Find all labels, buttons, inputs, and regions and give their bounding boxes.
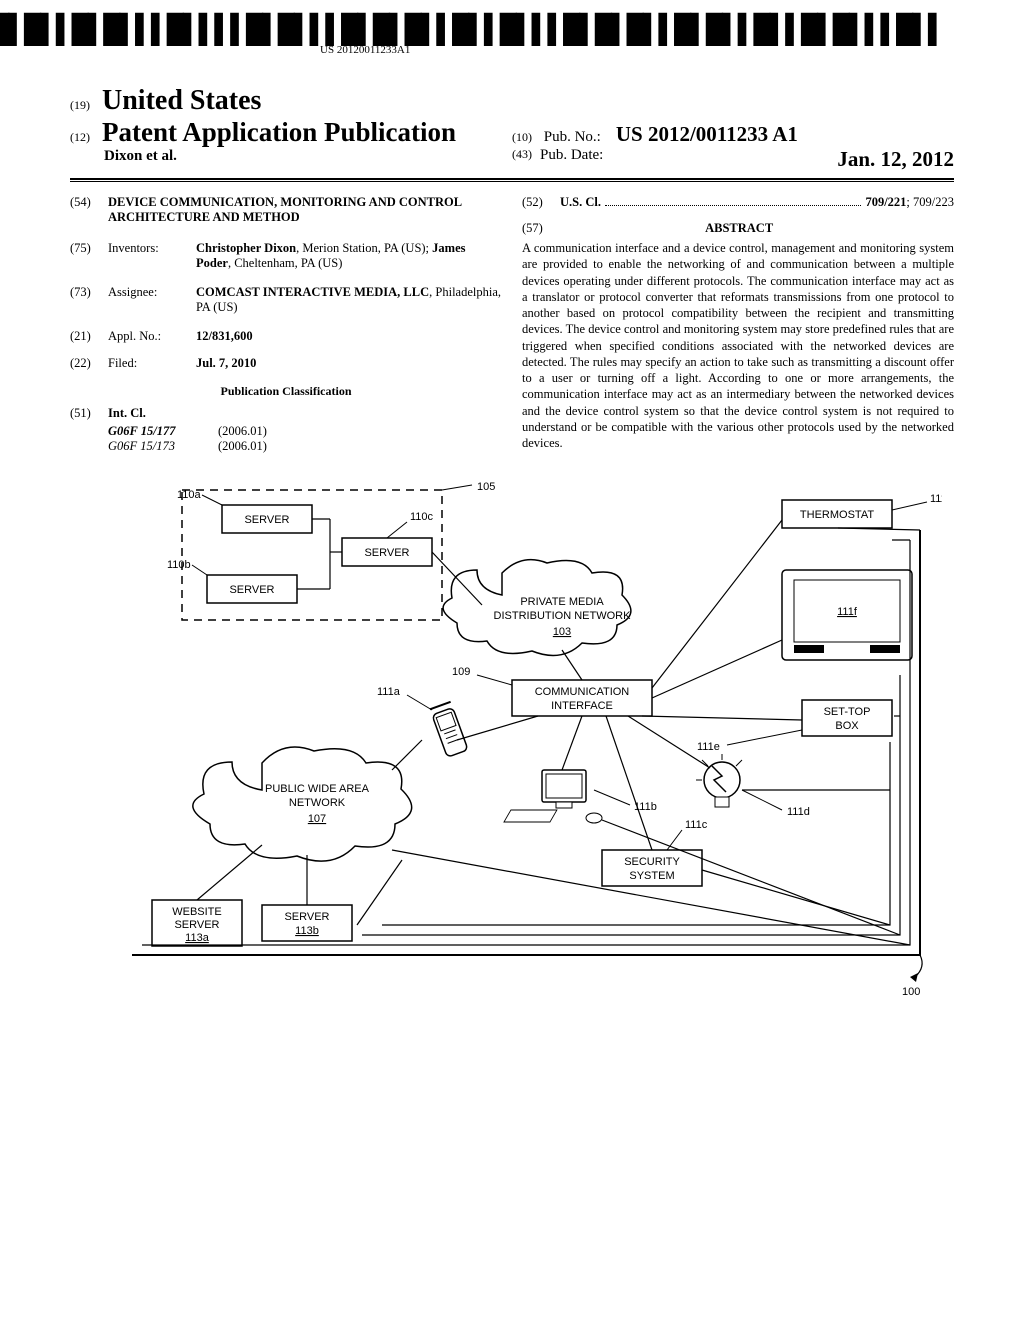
country-name: United States — [102, 85, 261, 116]
intcl-year-0: (2006.01) — [218, 424, 267, 439]
svg-text:DISTRIBUTION NETWORK: DISTRIBUTION NETWORK — [494, 610, 632, 622]
pub-code: (12) — [70, 130, 90, 144]
inventors-label: Inventors: — [108, 241, 196, 271]
pubdate-code: (43) — [512, 147, 532, 172]
authors: Dixon et al. — [104, 148, 512, 165]
assignee-label: Assignee: — [108, 285, 196, 315]
applno-label: Appl. No.: — [108, 329, 196, 344]
intcl-class-0: G06F 15/177 — [108, 424, 218, 439]
svg-text:113a: 113a — [185, 932, 210, 944]
abstract-text: A communication interface and a device c… — [522, 240, 954, 451]
svg-text:105: 105 — [477, 481, 495, 493]
svg-text:111c: 111c — [685, 819, 708, 831]
pub-class-heading: Publication Classification — [70, 384, 502, 399]
figure-1: .box{fill:#fff;stroke:#000;stroke-width:… — [70, 480, 954, 1005]
svg-text:110b: 110b — [167, 559, 191, 571]
svg-text:111d: 111d — [787, 806, 810, 818]
country-line: (19) United States — [70, 85, 954, 117]
svg-text:SECURITY: SECURITY — [624, 856, 680, 868]
svg-text:109: 109 — [452, 666, 470, 678]
uscl-code: (52) — [522, 195, 560, 210]
svg-text:111a: 111a — [377, 686, 401, 698]
svg-text:SYSTEM: SYSTEM — [629, 870, 674, 882]
filed-code: (22) — [70, 356, 108, 371]
svg-text:111f: 111f — [837, 606, 858, 618]
assignee-code: (73) — [70, 285, 108, 315]
abstract-heading: ABSTRACT — [563, 221, 915, 236]
svg-text:THERMOSTAT: THERMOSTAT — [800, 509, 874, 521]
pub-no-line: (10) Pub. No.: US 2012/0011233 A1 — [512, 122, 954, 147]
svg-text:SERVER: SERVER — [284, 911, 329, 923]
applno-code: (21) — [70, 329, 108, 344]
pub-type: Patent Application Publication — [102, 117, 456, 147]
invention-title: DEVICE COMMUNICATION, MONITORING AND CON… — [108, 195, 502, 225]
uscl-value: 709/221; 709/223 — [865, 195, 954, 210]
svg-text:NETWORK: NETWORK — [289, 797, 346, 809]
pubdate-label: Pub. Date: — [540, 147, 603, 172]
applno-value: 12/831,600 — [196, 329, 502, 344]
intcl-class-1: G06F 15/173 — [108, 439, 218, 454]
svg-text:PUBLIC WIDE AREA: PUBLIC WIDE AREA — [265, 783, 370, 795]
pubno-value: US 2012/0011233 A1 — [616, 122, 798, 146]
svg-text:PRIVATE MEDIA: PRIVATE MEDIA — [520, 596, 604, 608]
pub-date-line: (43) Pub. Date: Jan. 12, 2012 — [512, 147, 954, 172]
intcl-entry: G06F 15/177 (2006.01) — [108, 424, 502, 439]
svg-text:BOX: BOX — [835, 720, 859, 732]
country-code: (19) — [70, 98, 90, 112]
svg-text:SET-TOP: SET-TOP — [824, 706, 871, 718]
pubdate-value: Jan. 12, 2012 — [837, 147, 954, 172]
svg-text:WEBSITE: WEBSITE — [172, 906, 222, 918]
svg-text:100: 100 — [902, 986, 920, 998]
inventors-value: Christopher Dixon, Merion Station, PA (U… — [196, 241, 502, 271]
assignee-value: COMCAST INTERACTIVE MEDIA, LLC, Philadel… — [196, 285, 502, 315]
svg-text:SERVER: SERVER — [364, 547, 409, 559]
title-code: (54) — [70, 195, 108, 225]
svg-text:SERVER: SERVER — [229, 584, 274, 596]
svg-text:107: 107 — [308, 813, 326, 825]
dot-leader — [605, 196, 861, 206]
barcode-block: ▌█▌▌█▌▌█▌█▌▌▌█▌█▌▌█▌█▌▌▌█▌▌▌▌█▌█▌▌▌█▌█▌█… — [0, 18, 944, 56]
svg-text:111e: 111e — [697, 741, 720, 753]
svg-text:110c: 110c — [410, 511, 434, 523]
intcl-entry: G06F 15/173 (2006.01) — [108, 439, 502, 454]
barcode-graphic: ▌█▌▌█▌▌█▌█▌▌▌█▌█▌▌█▌█▌▌▌█▌▌▌▌█▌█▌▌▌█▌█▌█… — [0, 18, 944, 42]
svg-text:INTERFACE: INTERFACE — [551, 700, 613, 712]
uscl-label: U.S. Cl. — [560, 195, 601, 210]
figure-svg: .box{fill:#fff;stroke:#000;stroke-width:… — [82, 480, 942, 1000]
biblio-left-column: (54) DEVICE COMMUNICATION, MONITORING AN… — [70, 192, 502, 454]
biblio-right-column: (52) U.S. Cl. 709/221; 709/223 (57) ABST… — [522, 192, 954, 454]
svg-text:SERVER: SERVER — [244, 514, 289, 526]
divider-thick — [70, 178, 954, 180]
svg-text:103: 103 — [553, 626, 571, 638]
svg-text:SERVER: SERVER — [174, 919, 219, 931]
intcl-year-1: (2006.01) — [218, 439, 267, 454]
filed-label: Filed: — [108, 356, 196, 371]
intcl-code: (51) — [70, 406, 108, 421]
divider-thin — [70, 181, 954, 182]
pubno-label: Pub. No.: — [544, 129, 601, 145]
svg-text:COMMUNICATION: COMMUNICATION — [535, 686, 630, 698]
svg-text:113b: 113b — [295, 925, 319, 937]
inventors-code: (75) — [70, 241, 108, 271]
intcl-label: Int. Cl. — [108, 406, 502, 421]
pubno-code: (10) — [512, 130, 532, 144]
publication-type-line: (12) Patent Application Publication — [70, 117, 512, 148]
abstract-code: (57) — [522, 221, 560, 236]
svg-text:110a: 110a — [177, 489, 202, 501]
filed-value: Jul. 7, 2010 — [196, 356, 502, 371]
svg-text:111g: 111g — [930, 493, 942, 505]
